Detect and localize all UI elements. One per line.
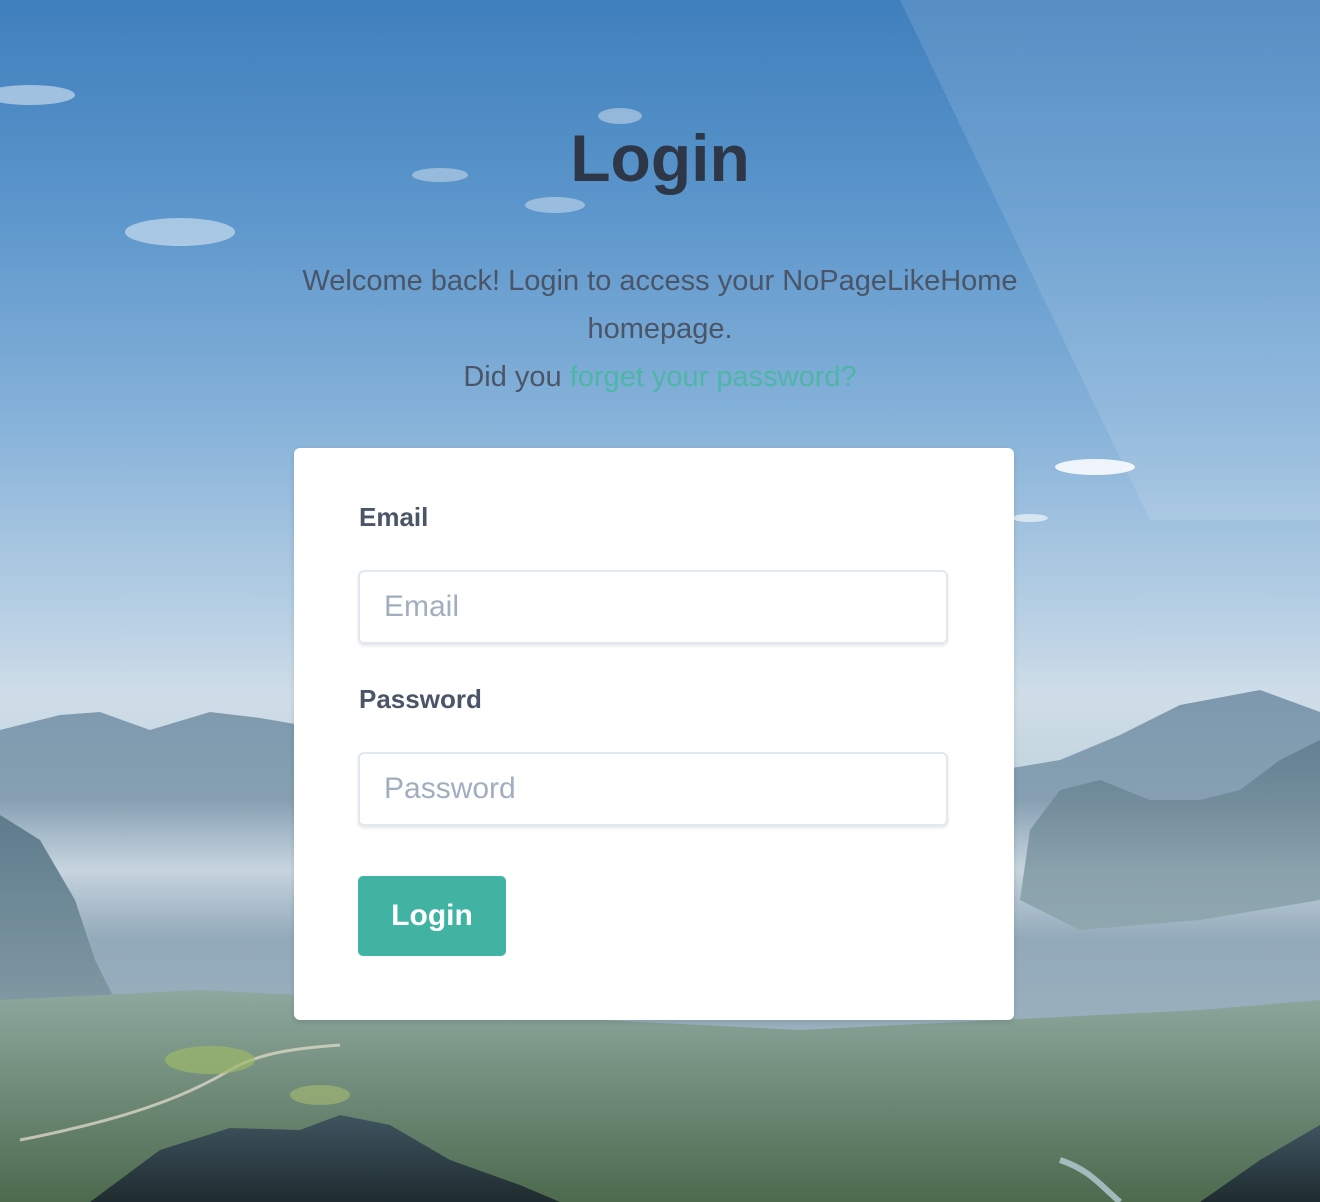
login-button[interactable]: Login [358,876,506,956]
page-title: Login [570,121,750,195]
email-label: Email [359,502,429,532]
login-page: Login Welcome back! Login to access your… [0,0,1320,1202]
forgot-password-link[interactable]: forget your password? [570,361,857,393]
email-field[interactable] [358,570,948,644]
forgot-prefix: Did you [463,361,562,393]
password-field[interactable] [358,752,948,826]
intro-text: Welcome back! Login to access your NoPag… [240,257,1080,401]
login-form-card: Email Password Login [294,448,1014,1020]
welcome-message: Welcome back! Login to access your NoPag… [302,265,1018,345]
forgot-password-line: Did you forget your password? [240,353,1080,401]
password-label: Password [359,684,482,714]
